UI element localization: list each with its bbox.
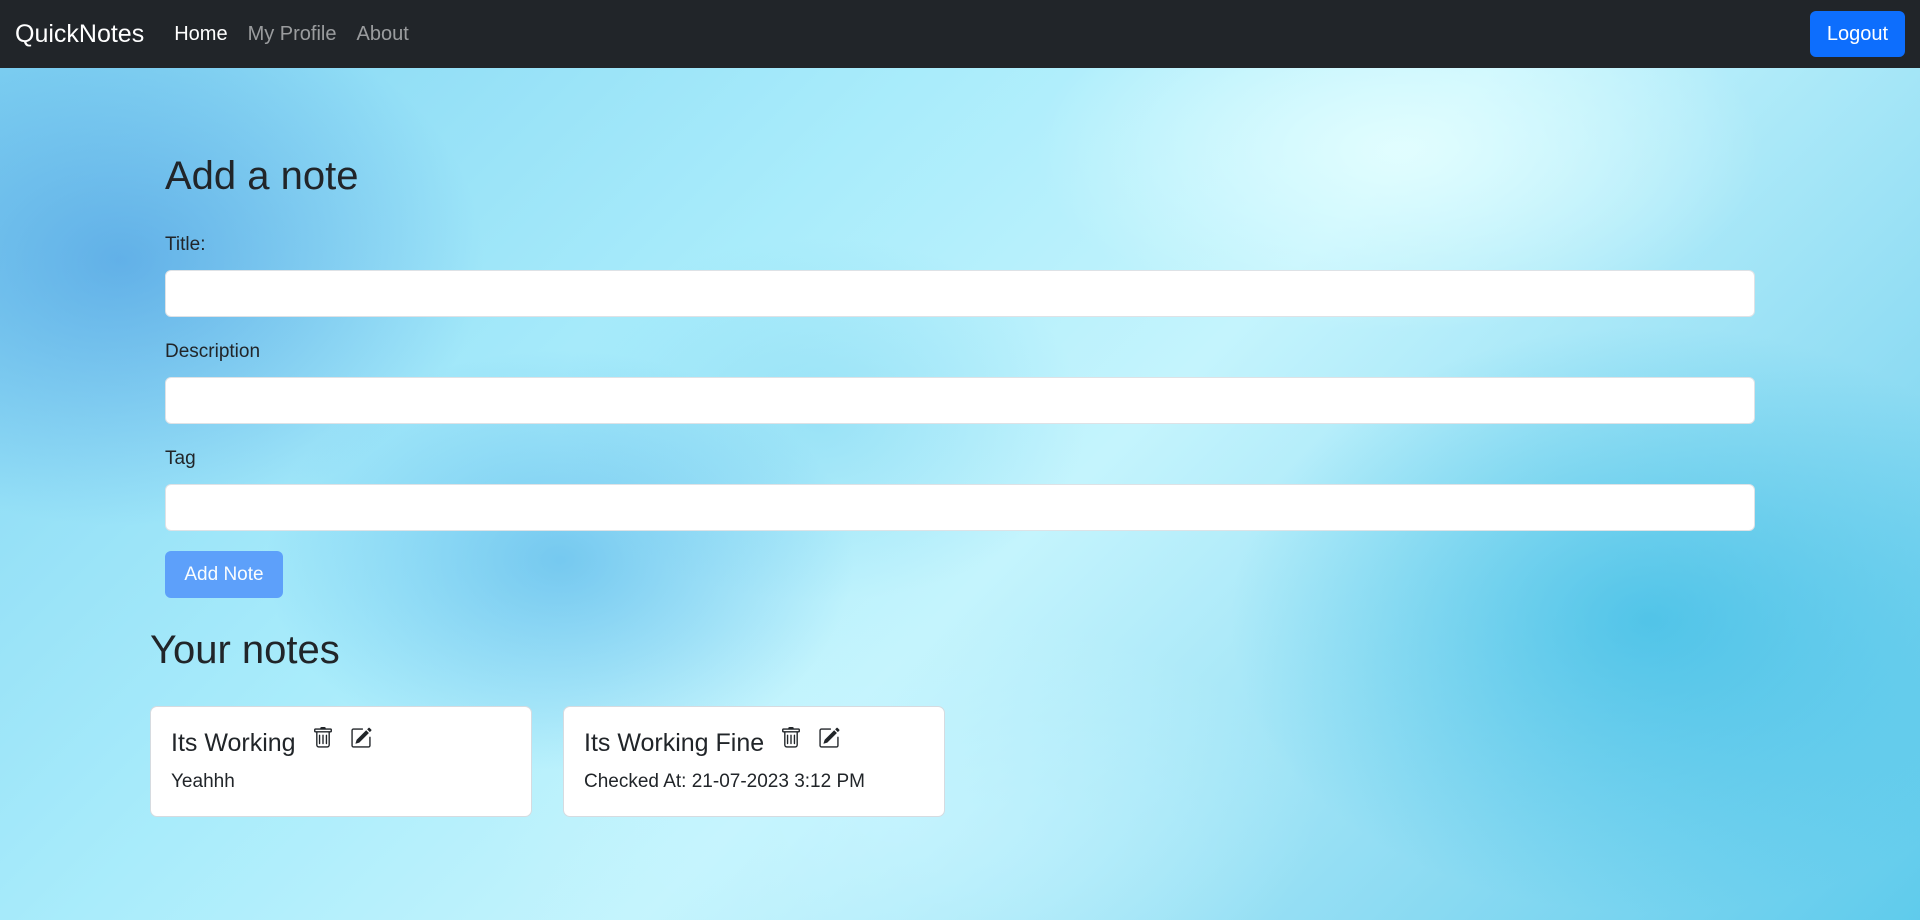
note-description: Checked At: 21-07-2023 3:12 PM	[584, 771, 865, 792]
add-note-button[interactable]: Add Note	[165, 551, 283, 598]
tag-label: Tag	[165, 448, 196, 469]
note-header: Its Working Fine	[584, 727, 840, 758]
trash-icon[interactable]	[780, 727, 802, 749]
navbar: QuickNotes Home My Profile About Logout	[0, 0, 1920, 68]
trash-icon[interactable]	[312, 727, 334, 749]
nav-link-home[interactable]: Home	[174, 23, 227, 46]
description-input[interactable]	[165, 377, 1755, 424]
tag-input[interactable]	[165, 484, 1755, 531]
note-card: Its Working Fine Checked At: 21-07-2023 …	[563, 706, 945, 817]
nav-link-my-profile[interactable]: My Profile	[248, 23, 337, 46]
logout-button[interactable]: Logout	[1810, 11, 1905, 57]
your-notes-heading: Your notes	[150, 628, 340, 672]
note-card: Its Working Yeahhh	[150, 706, 532, 817]
edit-icon[interactable]	[350, 727, 372, 749]
note-title: Its Working	[171, 729, 296, 757]
title-input[interactable]	[165, 270, 1755, 317]
title-label: Title:	[165, 234, 206, 255]
note-description: Yeahhh	[171, 771, 235, 792]
note-header: Its Working	[171, 727, 372, 758]
description-label: Description	[165, 341, 261, 362]
note-title: Its Working Fine	[584, 729, 765, 757]
add-note-heading: Add a note	[165, 154, 359, 198]
brand-logo[interactable]: QuickNotes	[15, 20, 144, 49]
nav-link-about[interactable]: About	[356, 23, 408, 46]
edit-icon[interactable]	[818, 727, 840, 749]
